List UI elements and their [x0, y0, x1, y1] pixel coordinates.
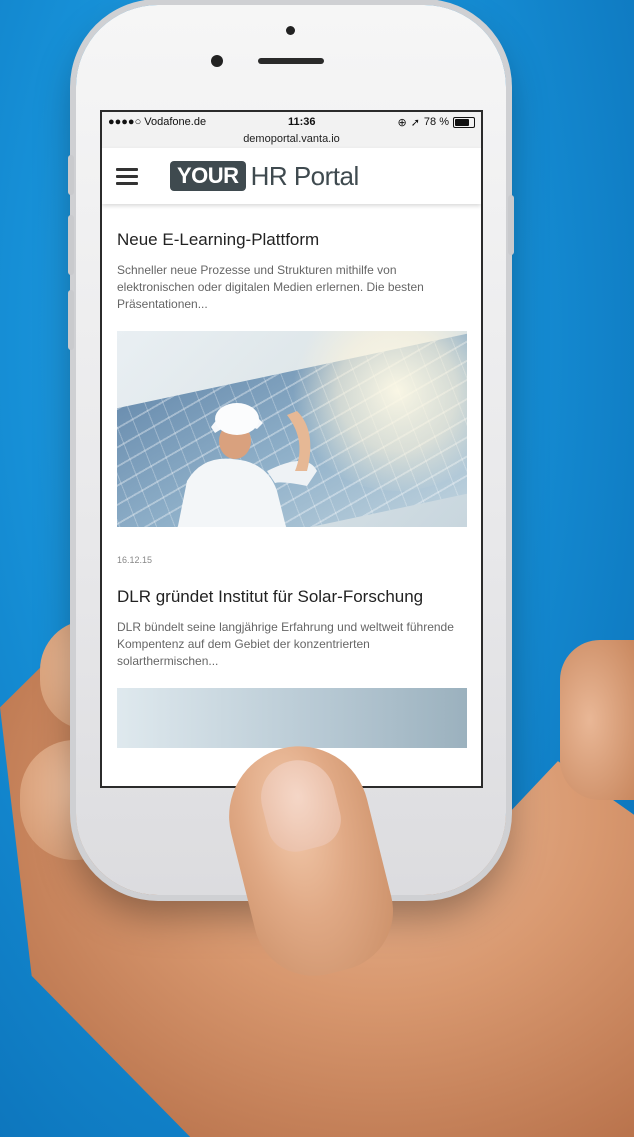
article-image[interactable]: [117, 688, 467, 748]
logo-box: YOUR: [170, 161, 246, 191]
menu-icon[interactable]: [116, 167, 138, 185]
article-description: Schneller neue Prozesse und Strukturen m…: [117, 263, 424, 311]
navigation-bar: YOUR HR Portal: [102, 148, 481, 204]
article-description: DLR bündelt seine langjährige Erfahrung …: [117, 620, 454, 668]
logo[interactable]: YOUR HR Portal: [170, 161, 359, 192]
article-card[interactable]: DLR gründet Institut für Solar-Forschung…: [117, 587, 467, 748]
phone-side-button: [68, 155, 74, 195]
phone-side-button: [68, 215, 74, 275]
status-indicators: ⊕ ➚ 78 %: [397, 116, 475, 129]
battery-percent: 78 %: [423, 116, 449, 128]
hand-finger: [560, 640, 634, 800]
phone-speaker: [258, 58, 324, 64]
phone-side-button: [508, 195, 514, 255]
battery-icon: [452, 116, 475, 128]
article-title[interactable]: DLR gründet Institut für Solar-Forschung: [117, 587, 466, 607]
location-icon: ➚: [410, 116, 420, 129]
status-bar: ●●●●○ Vodafone.de 11:36 ⊕ ➚ 78 %: [102, 112, 481, 132]
article-image[interactable]: [117, 331, 467, 527]
phone-sensor: [286, 26, 295, 35]
article-card[interactable]: Neue E-Learning-Plattform Schneller neue…: [117, 230, 467, 565]
phone-screen: ●●●●○ Vodafone.de 11:36 ⊕ ➚ 78 % demopor…: [100, 110, 483, 788]
phone-side-button: [68, 290, 74, 350]
article-title[interactable]: Neue E-Learning-Plattform: [117, 230, 466, 250]
clock: 11:36: [288, 116, 316, 128]
engineer-figure: [177, 403, 317, 527]
carrier-label: ●●●●○ Vodafone.de: [108, 116, 207, 128]
address-bar[interactable]: demoportal.vanta.io: [102, 132, 481, 148]
phone-camera: [211, 55, 223, 67]
article-list: Neue E-Learning-Plattform Schneller neue…: [102, 204, 481, 748]
article-date: 16.12.15: [117, 555, 153, 565]
lock-rotation-icon: ⊕: [397, 116, 407, 129]
logo-text: HR Portal: [250, 160, 360, 191]
